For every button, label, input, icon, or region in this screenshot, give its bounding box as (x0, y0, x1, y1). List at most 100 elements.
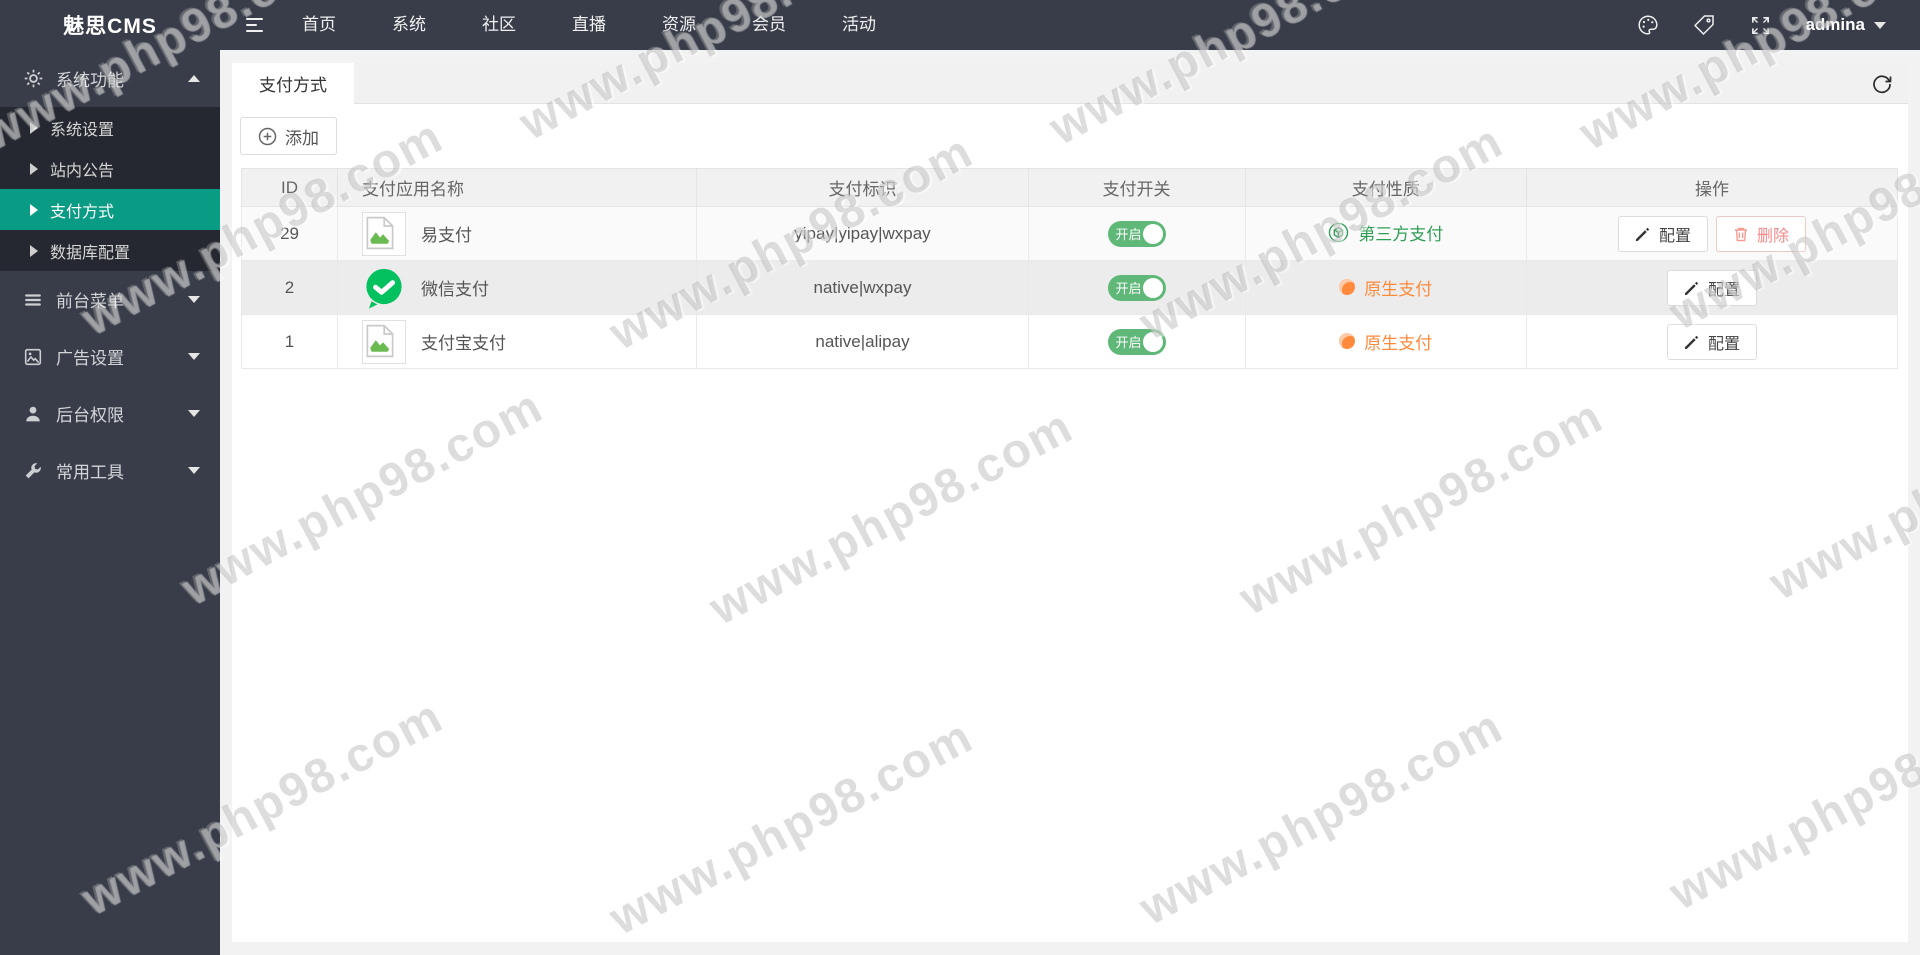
cell-id: 29 (240, 206, 339, 261)
col-header-switch: 支付开关 (1027, 168, 1246, 207)
config-button-label: 配置 (1658, 227, 1691, 245)
user-icon (24, 404, 44, 424)
sidebar-section-common-tools[interactable]: 常用工具 (0, 442, 220, 499)
sidebar-item-label: 站内公告 (50, 162, 115, 180)
delete-button[interactable]: 删除 (1716, 215, 1807, 252)
switch-knob (1142, 277, 1163, 298)
nav-item-resource[interactable]: 资源 (634, 0, 724, 50)
tag-icon[interactable] (1693, 14, 1715, 36)
nav-item-live[interactable]: 直播 (544, 0, 634, 50)
table-row: 29 易支付 yipay|yipay|wxpay 开启 第三方支付 配置 删除 (240, 206, 1898, 261)
cell-id: 1 (240, 314, 339, 369)
delete-button-label: 删除 (1757, 227, 1790, 245)
nav-item-system[interactable]: 系统 (364, 0, 454, 50)
username: admina (1805, 15, 1865, 34)
app-logo: 魅思CMS (0, 0, 220, 50)
sidebar-collapse-icon[interactable] (220, 18, 274, 32)
toolbar: 添加 (232, 104, 1908, 155)
add-button[interactable]: 添加 (240, 117, 337, 155)
ad-image-icon (24, 347, 44, 367)
nature-label: 第三方支付 (1358, 224, 1444, 244)
config-button-label: 配置 (1708, 281, 1741, 299)
sidebar-item-site-announcement[interactable]: 站内公告 (0, 148, 220, 189)
config-button[interactable]: 配置 (1617, 215, 1708, 252)
wechat-pay-icon (362, 266, 406, 310)
main-content: 支付方式 添加 ID 支付应用名称 支付标识 支付开关 支付性质 操作 29 易… (220, 50, 1920, 955)
broken-image-placeholder (362, 319, 407, 364)
sidebar-item-database-config[interactable]: 数据库配置 (0, 230, 220, 271)
triangle-icon (30, 162, 38, 175)
nature-label: 原生支付 (1364, 333, 1433, 353)
payment-table: ID 支付应用名称 支付标识 支付开关 支付性质 操作 29 易支付 yipay… (240, 168, 1898, 369)
pencil-icon (1635, 227, 1650, 241)
nature-badge: 第三方支付 (1328, 220, 1443, 245)
col-header-app-name: 支付应用名称 (337, 168, 698, 207)
admin-screen: 魅思CMS 首页 系统 社区 直播 资源 会员 活动 admina 系统功能 系… (0, 0, 1920, 955)
switch-label: 开启 (1115, 227, 1142, 242)
nav-item-community[interactable]: 社区 (454, 0, 544, 50)
payment-switch-toggle[interactable]: 开启 (1107, 328, 1166, 355)
navbar-right: admina (1637, 14, 1920, 36)
col-header-actions: 操作 (1526, 168, 1898, 207)
chevron-down-icon (1874, 21, 1886, 29)
nav-item-member[interactable]: 会员 (724, 0, 814, 50)
col-header-identifier: 支付标识 (696, 168, 1029, 207)
add-button-label: 添加 (285, 128, 319, 148)
triangle-icon (30, 203, 38, 216)
orange-dot-icon (1339, 279, 1356, 296)
sidebar-item-label: 系统设置 (50, 121, 115, 139)
user-menu[interactable]: admina (1805, 15, 1886, 35)
top-menu: 首页 系统 社区 直播 资源 会员 活动 (274, 0, 904, 50)
sidebar-section-label: 前台菜单 (56, 292, 124, 311)
menu-list-icon (24, 290, 44, 310)
triangle-icon (30, 121, 38, 134)
table-header-row: ID 支付应用名称 支付标识 支付开关 支付性质 操作 (240, 168, 1898, 207)
tab-payment-methods[interactable]: 支付方式 (232, 63, 354, 104)
sidebar: 系统功能 系统设置 站内公告 支付方式 数据库配置 前台菜单 广告设置 后台权限… (0, 50, 220, 955)
refresh-icon[interactable] (1870, 72, 1894, 96)
nature-badge: 原生支付 (1339, 275, 1432, 300)
cell-identifier: native|wxpay (696, 260, 1029, 315)
cube-circle-icon (1329, 222, 1349, 242)
sidebar-item-system-settings[interactable]: 系统设置 (0, 107, 220, 148)
broken-image-placeholder (362, 211, 407, 256)
cell-identifier: yipay|yipay|wxpay (696, 206, 1029, 261)
switch-knob (1142, 223, 1163, 244)
chevron-down-icon (188, 353, 200, 360)
theme-palette-icon[interactable] (1637, 14, 1659, 36)
sidebar-section-front-menu[interactable]: 前台菜单 (0, 271, 220, 328)
config-button[interactable]: 配置 (1667, 269, 1758, 306)
sidebar-section-admin-permissions[interactable]: 后台权限 (0, 385, 220, 442)
payment-name: 微信支付 (421, 280, 490, 299)
fullscreen-icon[interactable] (1749, 14, 1771, 36)
nav-item-home[interactable]: 首页 (274, 0, 364, 50)
chevron-down-icon (188, 467, 200, 474)
sidebar-section-system-functions[interactable]: 系统功能 (0, 50, 220, 107)
triangle-icon (30, 244, 38, 257)
chevron-down-icon (188, 296, 200, 303)
sidebar-item-payment-methods[interactable]: 支付方式 (0, 189, 220, 230)
config-button[interactable]: 配置 (1667, 323, 1758, 360)
nav-item-activity[interactable]: 活动 (814, 0, 904, 50)
cell-identifier: native|alipay (696, 314, 1029, 369)
sidebar-section-label: 广告设置 (56, 349, 124, 368)
payment-name: 易支付 (421, 226, 473, 245)
sidebar-section-ad-settings[interactable]: 广告设置 (0, 328, 220, 385)
chevron-down-icon (188, 410, 200, 417)
pencil-icon (1685, 281, 1699, 295)
payment-switch-toggle[interactable]: 开启 (1107, 220, 1166, 247)
sidebar-section-label: 常用工具 (56, 463, 124, 482)
content-card: 添加 ID 支付应用名称 支付标识 支付开关 支付性质 操作 29 易支付 yi… (232, 104, 1908, 942)
switch-label: 开启 (1115, 281, 1142, 296)
payment-switch-toggle[interactable]: 开启 (1107, 274, 1166, 301)
top-navbar: 魅思CMS 首页 系统 社区 直播 资源 会员 活动 admina (0, 0, 1920, 50)
col-header-nature: 支付性质 (1244, 168, 1528, 207)
pencil-icon (1685, 335, 1699, 349)
sidebar-item-label: 支付方式 (50, 203, 115, 221)
table-row: 1 支付宝支付 native|alipay 开启 原生支付 配置 (240, 314, 1898, 369)
payment-name: 支付宝支付 (421, 334, 507, 353)
plus-circle-icon (258, 127, 277, 145)
orange-dot-icon (1339, 333, 1356, 350)
table-row: 2 微信支付 native|wxpay 开启 原生支付 配置 (240, 260, 1898, 315)
switch-knob (1142, 331, 1163, 352)
